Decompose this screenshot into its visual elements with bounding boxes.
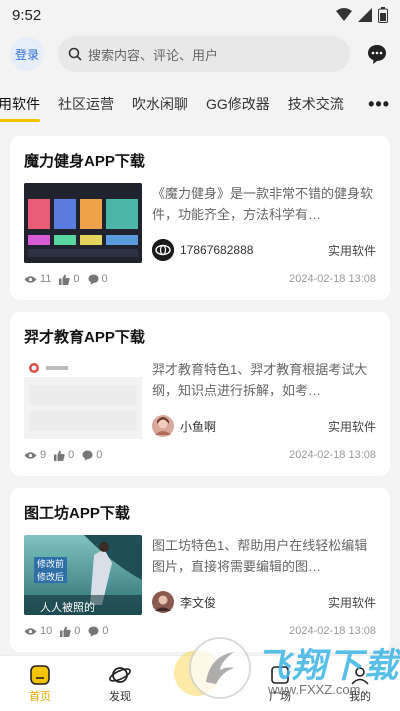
tab-software[interactable]: 用软件 [0,88,40,122]
eye-icon [24,275,37,283]
post-title: 羿才教育APP下载 [24,329,145,346]
tab-tech[interactable]: 技术交流 [288,88,344,120]
header: 登录 搜索内容、评论、用户 [0,34,400,74]
nav-discover[interactable]: 发现 [80,656,160,711]
signal-icon [358,8,372,22]
thumb-label-after: 修改后 [34,570,68,583]
avatar[interactable] [152,239,174,261]
post-thumbnail: 修改前 修改后 人人被照的 [24,535,142,615]
search-placeholder: 搜索内容、评论、用户 [88,47,219,63]
comment-icon [82,450,93,461]
post-title: 图工坊APP下载 [24,505,130,522]
tab-chat[interactable]: 吹水闲聊 [132,88,188,120]
post-description: 图工坊特色1、帮助用户在线轻松编辑图片，直接将需要编辑的图… [152,538,368,574]
search-input[interactable]: 搜索内容、评论、用户 [58,36,350,72]
like-count[interactable]: 0 [60,625,80,637]
watermark-logo [189,637,251,699]
post-description: 《魔力健身》是一款非常不错的健身软件，功能齐全，方法科学有… [152,186,374,222]
post-date: 2024-02-18 13:08 [289,273,376,285]
thumb-caption: 人人被照的 [40,602,95,614]
post-author[interactable]: 李文俊 [180,594,216,611]
status-time: 9:52 [12,6,42,24]
post-author[interactable]: 小鱼啊 [180,418,216,435]
thumbs-up-icon [54,450,65,461]
comment-count[interactable]: 0 [88,273,108,285]
home-icon [30,664,50,685]
comment-count[interactable]: 0 [88,625,109,637]
avatar[interactable] [152,591,174,613]
post-card[interactable]: 魔力健身APP下载 《魔力健身》是一款非常不错的健身软件，功能齐全，方法科学有…… [10,136,390,300]
comment-icon [88,626,99,637]
message-button[interactable] [364,41,390,67]
post-category[interactable]: 实用软件 [328,242,376,259]
post-thumbnail [24,183,142,263]
thumb-label-before: 修改前 [34,557,68,570]
post-card[interactable]: 羿才教育APP下载 羿才教育特色1、羿才教育根据考试大纲，知识点进行拆解，如考… [10,312,390,476]
tabs-more-button[interactable]: ••• [362,94,390,115]
like-count[interactable]: 0 [54,449,74,461]
tab-community[interactable]: 社区运营 [58,88,114,120]
watermark-url: www.FXXZ.com [268,682,361,697]
post-thumbnail [24,359,142,439]
comment-count[interactable]: 0 [82,449,102,461]
thumbs-up-icon [60,626,71,637]
post-date: 2024-02-18 13:08 [289,449,376,461]
thumbs-up-icon [59,274,71,285]
category-tabs: 用软件 社区运营 吹水闲聊 GG修改器 技术交流 ••• [0,84,400,124]
comment-icon [88,274,99,285]
nav-home-label: 首页 [29,690,51,703]
post-title: 魔力健身APP下载 [24,153,145,170]
chat-bubble-icon [368,45,386,64]
eye-icon [24,451,37,459]
view-count: 11 [24,273,51,285]
avatar[interactable] [152,415,174,437]
planet-icon [109,666,131,683]
nav-home[interactable]: 首页 [0,656,80,711]
status-bar: 9:52 [0,0,400,30]
post-description: 羿才教育特色1、羿才教育根据考试大纲，知识点进行拆解，如考… [152,362,368,398]
login-button[interactable]: 登录 [10,37,44,71]
search-icon [68,47,82,61]
post-category[interactable]: 实用软件 [328,594,376,611]
status-icons [336,7,388,23]
tab-gg-modifier[interactable]: GG修改器 [206,88,270,120]
watermark: 飞翔下载 www.FXXZ.com [188,628,400,711]
battery-icon [378,7,388,23]
post-author[interactable]: 17867682888 [180,243,253,257]
eye-icon [24,627,37,635]
wifi-icon [336,8,352,21]
post-category[interactable]: 实用软件 [328,418,376,435]
post-feed: 魔力健身APP下载 《魔力健身》是一款非常不错的健身软件，功能齐全，方法科学有…… [10,136,390,664]
watermark-text: 飞翔下载 [256,647,400,685]
view-count: 10 [24,625,52,637]
view-count: 9 [24,449,46,461]
like-count[interactable]: 0 [59,273,80,285]
nav-discover-label: 发现 [109,690,131,703]
